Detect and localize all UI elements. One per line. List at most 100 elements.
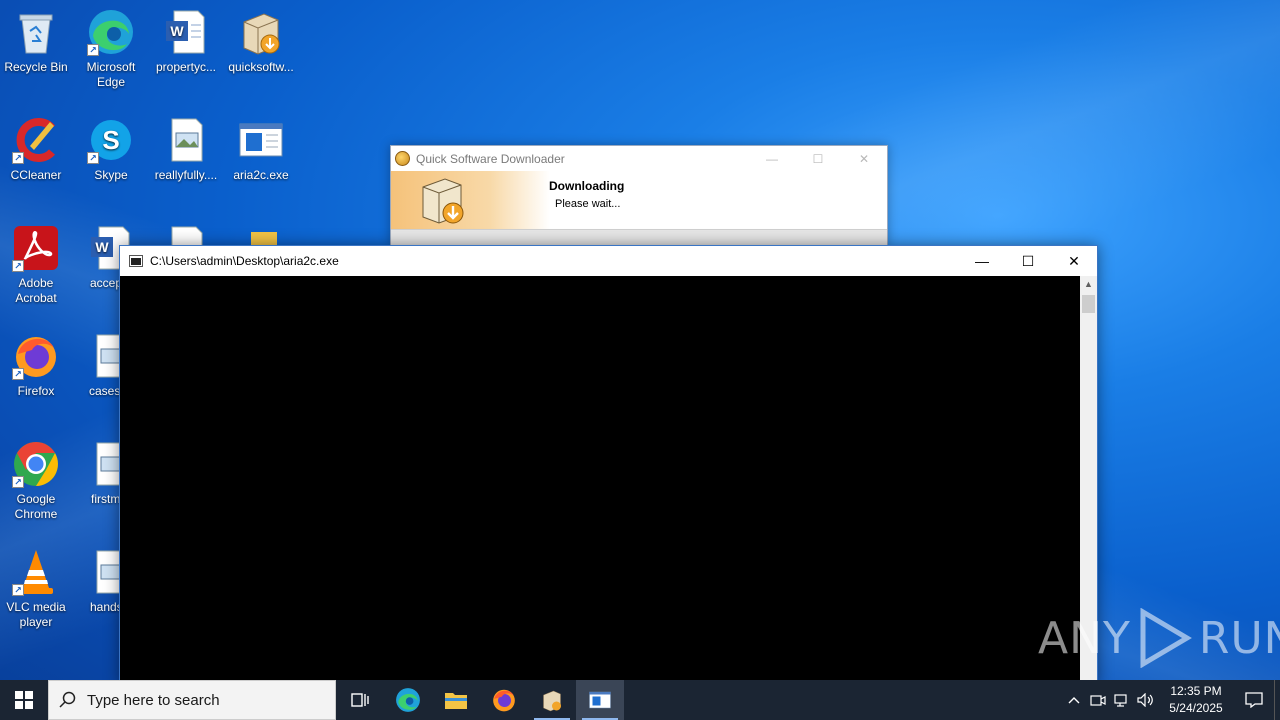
desktop-icon-acrobat[interactable]: ↗ Adobe Acrobat	[0, 224, 74, 306]
shortcut-arrow-icon: ↗	[12, 476, 24, 488]
shortcut-arrow-icon: ↗	[12, 152, 24, 164]
download-status: Please wait...	[555, 198, 621, 210]
console-app-icon	[129, 255, 143, 267]
desktop-icon-label: Recycle Bin	[4, 60, 68, 74]
desktop-icon-propertyc[interactable]: W propertyc...	[148, 8, 224, 75]
shortcut-arrow-icon: ↗	[87, 44, 99, 56]
desktop-icon-vlc[interactable]: ↗ VLC media player	[0, 548, 74, 630]
desktop-icon-label: reallyfully....	[154, 168, 218, 182]
desktop-icon-label: CCleaner	[10, 168, 62, 182]
notification-icon	[1245, 692, 1263, 708]
search-placeholder: Type here to search	[87, 691, 220, 709]
show-desktop-button[interactable]	[1274, 680, 1280, 720]
shortcut-arrow-icon: ↗	[87, 152, 99, 164]
console-output[interactable]	[120, 276, 1080, 684]
volume-icon[interactable]	[1134, 693, 1158, 707]
desktop-icon-ccleaner[interactable]: ↗ CCleaner	[0, 116, 74, 183]
skype-icon: S ↗	[87, 116, 135, 164]
exe-icon	[237, 116, 285, 164]
taskbar-console[interactable]	[576, 680, 624, 720]
taskbar-search-box[interactable]: Type here to search	[48, 680, 336, 720]
scroll-thumb[interactable]	[1082, 295, 1095, 313]
desktop-icon-label: aria2c.exe	[233, 168, 289, 182]
downloader-body	[391, 229, 887, 245]
installer-icon	[237, 8, 285, 56]
edge-icon: ↗	[87, 8, 135, 56]
desktop-icon-label: Google Chrome	[14, 492, 58, 521]
windows-logo-icon	[15, 691, 33, 709]
downloader-titlebar[interactable]: Quick Software Downloader — ☐ ✕	[391, 146, 887, 171]
console-window: C:\Users\admin\Desktop\aria2c.exe — ☐ ✕ …	[119, 245, 1098, 685]
desktop-icon-recycle-bin[interactable]: Recycle Bin	[0, 8, 74, 75]
maximize-button[interactable]: ☐	[795, 152, 841, 166]
image-file-icon	[162, 116, 210, 164]
start-button[interactable]	[0, 680, 48, 720]
watermark-right-text: RUN	[1198, 612, 1280, 664]
svg-text:W: W	[170, 23, 184, 39]
word-doc-icon: W	[162, 8, 210, 56]
search-icon	[49, 691, 87, 709]
system-tray: 12:35 PM 5/24/2025	[1062, 680, 1280, 720]
desktop-icon-label: Skype	[94, 168, 128, 182]
play-logo-icon	[1137, 607, 1193, 669]
taskbar-edge[interactable]	[384, 680, 432, 720]
minimize-button[interactable]: —	[959, 246, 1005, 276]
shortcut-arrow-icon: ↗	[12, 260, 24, 272]
notification-center-button[interactable]	[1234, 692, 1274, 708]
close-button[interactable]: ✕	[841, 152, 887, 166]
ccleaner-icon: ↗	[12, 116, 60, 164]
taskbar-clock[interactable]: 12:35 PM 5/24/2025	[1158, 683, 1234, 717]
show-hidden-icons-chevron-icon[interactable]	[1062, 696, 1086, 704]
desktop-icon-edge[interactable]: ↗ Microsoft Edge	[73, 8, 149, 90]
chrome-icon: ↗	[12, 440, 60, 488]
exe-icon	[589, 691, 611, 709]
downloader-app-icon	[395, 151, 410, 166]
meet-now-icon[interactable]	[1086, 693, 1110, 707]
shortcut-arrow-icon: ↗	[12, 584, 24, 596]
network-icon[interactable]	[1110, 693, 1134, 707]
clock-time: 12:35 PM	[1170, 684, 1222, 698]
console-titlebar[interactable]: C:\Users\admin\Desktop\aria2c.exe — ☐ ✕	[120, 246, 1097, 276]
desktop-icon-reallyfully[interactable]: reallyfully....	[148, 116, 224, 183]
desktop-icon-label: Microsoft Edge	[86, 60, 136, 89]
minimize-button[interactable]: —	[749, 152, 795, 166]
taskbar: Type here to search 12:35 PM 5/24/2025	[0, 680, 1280, 720]
folder-icon	[445, 693, 467, 709]
downloader-title: Quick Software Downloader	[416, 151, 565, 166]
desktop-icon-firefox[interactable]: ↗ Firefox	[0, 332, 74, 399]
anyrun-watermark: ANY RUN	[1038, 607, 1280, 669]
desktop-icon-chrome[interactable]: ↗ Google Chrome	[0, 440, 74, 522]
taskbar-downloader[interactable]	[528, 680, 576, 720]
console-title: C:\Users\admin\Desktop\aria2c.exe	[150, 254, 339, 268]
close-button[interactable]: ✕	[1051, 246, 1097, 276]
recycle-bin-icon	[12, 8, 60, 56]
desktop-icon-skype[interactable]: S ↗ Skype	[73, 116, 149, 183]
clock-date: 5/24/2025	[1169, 701, 1223, 715]
firefox-icon	[493, 689, 515, 712]
desktop-icon-aria2c[interactable]: aria2c.exe	[223, 116, 299, 183]
watermark-left-text: ANY	[1038, 612, 1131, 664]
installer-box-icon	[417, 173, 475, 227]
scroll-up-arrow-icon[interactable]: ▲	[1080, 276, 1097, 293]
desktop-icon-label: VLC media player	[6, 600, 66, 629]
desktop-icon-label: quicksoftw...	[228, 60, 294, 74]
edge-icon	[396, 688, 420, 712]
taskbar-file-explorer[interactable]	[432, 680, 480, 720]
task-view-icon	[351, 693, 369, 707]
desktop-icon-label: propertyc...	[155, 60, 217, 74]
vlc-icon: ↗	[12, 548, 60, 596]
svg-text:S: S	[102, 125, 119, 155]
desktop-icon-label: Firefox	[17, 384, 55, 398]
downloader-window: Quick Software Downloader — ☐ ✕ Download…	[390, 145, 888, 245]
firefox-icon: ↗	[12, 332, 60, 380]
acrobat-icon: ↗	[12, 224, 60, 272]
shortcut-arrow-icon: ↗	[12, 368, 24, 380]
desktop-icon-quicksoftw[interactable]: quicksoftw...	[223, 8, 299, 75]
svg-text:W: W	[95, 239, 109, 255]
installer-icon	[543, 690, 561, 712]
taskbar-firefox[interactable]	[480, 680, 528, 720]
task-view-button[interactable]	[336, 680, 384, 720]
maximize-button[interactable]: ☐	[1005, 246, 1051, 276]
desktop-icon-label: Adobe Acrobat	[15, 276, 57, 305]
downloader-banner: Downloading Please wait...	[391, 171, 887, 229]
